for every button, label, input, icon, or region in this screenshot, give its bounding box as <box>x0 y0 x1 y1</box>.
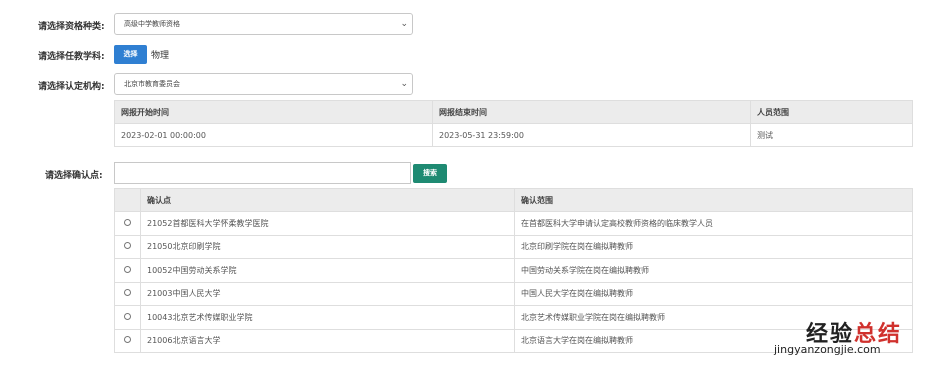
header-radio <box>114 188 141 212</box>
end-time-cell: 2023-05-31 23:59:00 <box>432 123 751 147</box>
table-row[interactable]: 10043北京艺术传媒职业学院 北京艺术传媒职业学院在岗在编拟聘教师 <box>114 305 913 330</box>
radio-button[interactable] <box>124 312 131 320</box>
radio-cell[interactable] <box>114 305 141 330</box>
select-subject-button[interactable]: 选择 <box>114 45 147 64</box>
radio-cell[interactable] <box>114 234 141 259</box>
qualification-select[interactable]: 高级中学教师资格 ⌄ <box>114 13 413 35</box>
confirm-point-cell: 10043北京艺术传媒职业学院 <box>140 305 515 330</box>
header-scope: 人员范围 <box>750 100 913 124</box>
confirm-scope-cell: 中国劳动关系学院在岗在编拟聘教师 <box>514 258 913 283</box>
table-row[interactable]: 21003中国人民大学 中国人民大学在岗在编拟聘教师 <box>114 281 913 306</box>
confirm-point-cell: 21050北京印刷学院 <box>140 234 515 259</box>
radio-button[interactable] <box>124 336 131 344</box>
confirm-scope-cell: 北京印刷学院在岗在编拟聘教师 <box>514 234 913 259</box>
authority-value: 北京市教育委员会 <box>124 80 180 88</box>
authority-select[interactable]: 北京市教育委员会 ⌄ <box>114 73 413 95</box>
authority-label: 请选择认定机构: <box>38 82 105 92</box>
radio-button[interactable] <box>124 289 131 297</box>
start-time-cell: 2023-02-01 00:00:00 <box>114 123 433 147</box>
chevron-down-icon: ⌄ <box>400 19 408 29</box>
confirm-scope-cell: 在首都医科大学申请认定高校教师资格的临床教学人员 <box>514 211 913 236</box>
radio-cell[interactable] <box>114 258 141 283</box>
chevron-down-icon: ⌄ <box>400 79 408 89</box>
radio-button[interactable] <box>124 242 131 250</box>
watermark-url: jingyanzongjie.com <box>774 343 881 356</box>
qualification-value: 高级中学教师资格 <box>124 20 180 28</box>
subject-value: 物理 <box>151 51 170 61</box>
header-confirm-scope: 确认范围 <box>514 188 913 212</box>
confirm-point-cell: 21052首都医科大学怀柔教学医院 <box>140 211 515 236</box>
table-row[interactable]: 21050北京印刷学院 北京印刷学院在岗在编拟聘教师 <box>114 234 913 259</box>
radio-cell[interactable] <box>114 328 141 353</box>
table-row[interactable]: 21052首都医科大学怀柔教学医院 在首都医科大学申请认定高校教师资格的临床教学… <box>114 211 913 236</box>
confirm-point-cell: 10052中国劳动关系学院 <box>140 258 515 283</box>
radio-button[interactable] <box>124 265 131 273</box>
scope-cell: 测试 <box>750 123 913 147</box>
search-button[interactable]: 搜索 <box>413 164 447 183</box>
table-row[interactable]: 10052中国劳动关系学院 中国劳动关系学院在岗在编拟聘教师 <box>114 258 913 283</box>
subject-label: 请选择任教学科: <box>38 52 105 62</box>
header-start-time: 网报开始时间 <box>114 100 433 124</box>
radio-cell[interactable] <box>114 281 141 306</box>
confirm-point-label: 请选择确认点: <box>45 171 103 181</box>
radio-cell[interactable] <box>114 211 141 236</box>
confirm-point-cell: 21006北京语言大学 <box>140 328 515 353</box>
radio-button[interactable] <box>124 218 131 226</box>
confirm-point-cell: 21003中国人民大学 <box>140 281 515 306</box>
search-input[interactable] <box>114 162 411 184</box>
period-table: 网报开始时间 网报结束时间 人员范围 2023-02-01 00:00:00 2… <box>114 100 913 147</box>
confirm-point-table: 确认点 确认范围 21052首都医科大学怀柔教学医院 在首都医科大学申请认定高校… <box>114 188 913 353</box>
header-confirm-point: 确认点 <box>140 188 515 212</box>
confirm-scope-cell: 中国人民大学在岗在编拟聘教师 <box>514 281 913 306</box>
header-end-time: 网报结束时间 <box>432 100 751 124</box>
qualification-label: 请选择资格种类: <box>38 22 105 32</box>
